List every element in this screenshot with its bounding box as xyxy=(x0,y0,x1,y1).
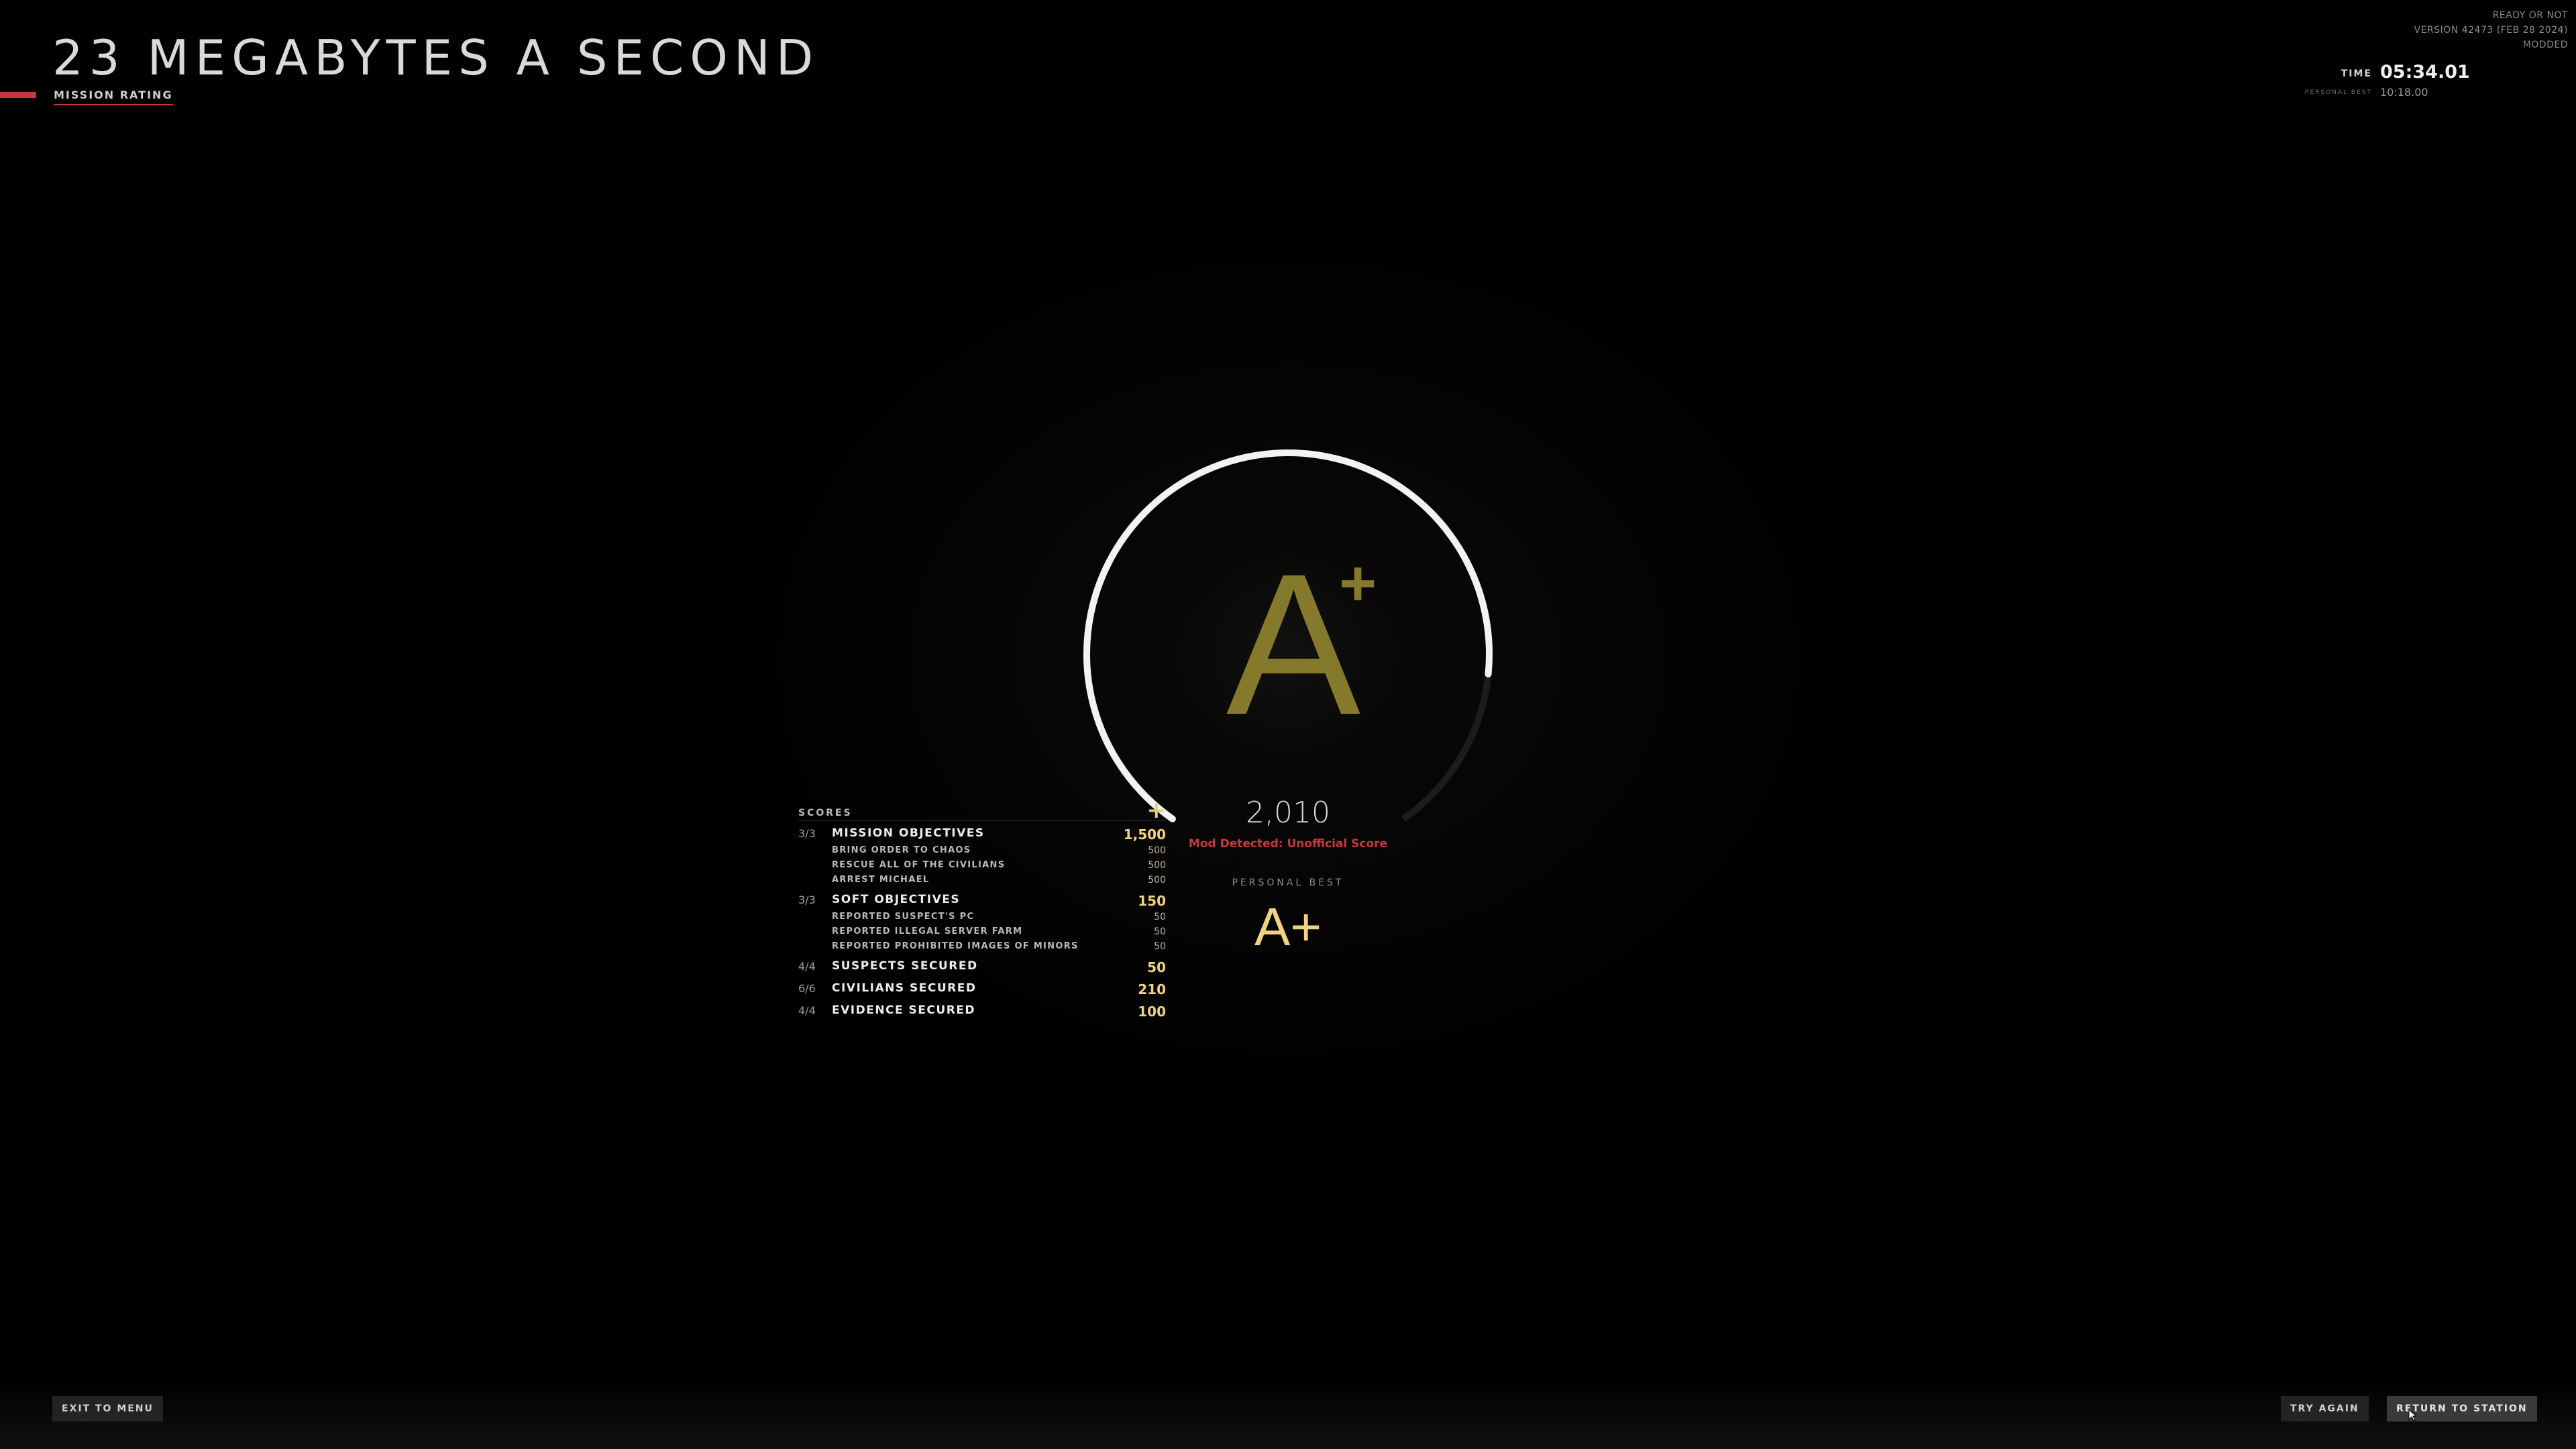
game-name: READY OR NOT xyxy=(2492,10,2568,21)
mission-timer: TIME 05:34.01 PERSONAL BEST 10:18.00 xyxy=(2281,62,2482,99)
scores-title: SCORES xyxy=(798,808,853,818)
score-rows: 3/3 MISSION OBJECTIVES 1,500 BRING ORDER TO… xyxy=(798,821,1166,1020)
scores-panel: SCORES + 3/3 MISSION OBJECTIVES 1,500 BRING… xyxy=(798,797,1166,1020)
accent-bar xyxy=(0,92,36,98)
score-value: 50 xyxy=(1154,912,1166,922)
score-fraction: 4/4 xyxy=(798,960,816,973)
score-item-row: REPORTED ILLEGAL SERVER FARM 50 xyxy=(798,924,1166,939)
score-value: 150 xyxy=(1138,893,1166,909)
score-value: 50 xyxy=(1154,941,1166,952)
exit-to-menu-button[interactable]: EXIT TO MENU xyxy=(52,1396,163,1421)
total-score: 2,010 xyxy=(1246,796,1330,830)
score-item-row: BRING ORDER TO CHAOS 500 xyxy=(798,843,1166,858)
build-info: READY OR NOT VERSION 42473 (FEB 28 2024)… xyxy=(2414,8,2568,52)
personal-best-time-label: PERSONAL BEST xyxy=(2305,89,2372,96)
score-fraction: 4/4 xyxy=(798,1004,816,1017)
score-name: RESCUE ALL OF THE CIVILIANS xyxy=(832,860,1006,870)
score-category-row: 4/4 SUSPECTS SECURED 50 xyxy=(798,954,1166,976)
score-fraction: 6/6 xyxy=(798,982,816,995)
grade-modifier: + xyxy=(1339,547,1377,619)
score-name: CIVILIANS SECURED xyxy=(832,981,977,995)
score-value: 210 xyxy=(1138,981,1166,998)
scores-header: SCORES + xyxy=(798,797,1166,824)
score-name: REPORTED ILLEGAL SERVER FARM xyxy=(832,926,1023,936)
score-name: SUSPECTS SECURED xyxy=(832,959,978,973)
score-name: ARREST MICHAEL xyxy=(832,875,930,885)
modded-status: MODDED xyxy=(2522,40,2568,50)
score-fraction: 3/3 xyxy=(798,894,816,906)
score-category-row: 4/4 EVIDENCE SECURED 100 xyxy=(798,998,1166,1020)
score-category-row: 3/3 SOFT OBJECTIVES 150 xyxy=(798,888,1166,910)
personal-best-grade: A+ xyxy=(1254,897,1322,957)
time-value: 05:34.01 xyxy=(2380,62,2470,83)
score-item-row: ARREST MICHAEL 500 xyxy=(798,873,1166,888)
mission-rating-label: MISSION RATING xyxy=(54,89,173,105)
time-label: TIME xyxy=(2341,68,2372,79)
bottom-bar xyxy=(0,1375,2576,1449)
score-item-row: REPORTED PROHIBITED IMAGES OF MINORS 50 xyxy=(798,939,1166,954)
mod-warning: Mod Detected: Unofficial Score xyxy=(1188,837,1388,851)
version-label: VERSION 42473 (FEB 28 2024) xyxy=(2414,25,2568,36)
score-value: 50 xyxy=(1147,959,1166,975)
score-category-row: 3/3 MISSION OBJECTIVES 1,500 xyxy=(798,821,1166,843)
score-value: 1,500 xyxy=(1123,826,1166,843)
score-fraction: 3/3 xyxy=(798,827,816,840)
score-name: MISSION OBJECTIVES xyxy=(832,826,985,840)
score-name: REPORTED SUSPECT'S PC xyxy=(832,912,975,922)
personal-best-label: PERSONAL BEST xyxy=(1232,877,1344,888)
score-value: 100 xyxy=(1138,1004,1166,1020)
expand-scores-icon[interactable]: + xyxy=(1147,797,1167,824)
score-name: EVIDENCE SECURED xyxy=(832,1004,976,1017)
score-name: REPORTED PROHIBITED IMAGES OF MINORS xyxy=(832,941,1079,951)
score-value: 500 xyxy=(1148,860,1166,871)
score-value: 500 xyxy=(1148,845,1166,856)
score-value: 50 xyxy=(1154,926,1166,937)
mission-title: 23 MEGABYTES A SECOND xyxy=(52,30,820,86)
score-name: BRING ORDER TO CHAOS xyxy=(832,845,971,855)
mouse-cursor-icon xyxy=(2408,1409,2418,1421)
try-again-button[interactable]: TRY AGAIN xyxy=(2281,1396,2369,1421)
score-value: 500 xyxy=(1148,875,1166,885)
score-item-row: RESCUE ALL OF THE CIVILIANS 500 xyxy=(798,858,1166,873)
score-name: SOFT OBJECTIVES xyxy=(832,893,961,906)
mission-rating-screen: 23 MEGABYTES A SECOND MISSION RATING REA… xyxy=(0,0,2576,1449)
score-item-row: REPORTED SUSPECT'S PC 50 xyxy=(798,910,1166,924)
personal-best-time-value: 10:18.00 xyxy=(2380,86,2428,99)
score-category-row: 6/6 CIVILIANS SECURED 210 xyxy=(798,976,1166,998)
